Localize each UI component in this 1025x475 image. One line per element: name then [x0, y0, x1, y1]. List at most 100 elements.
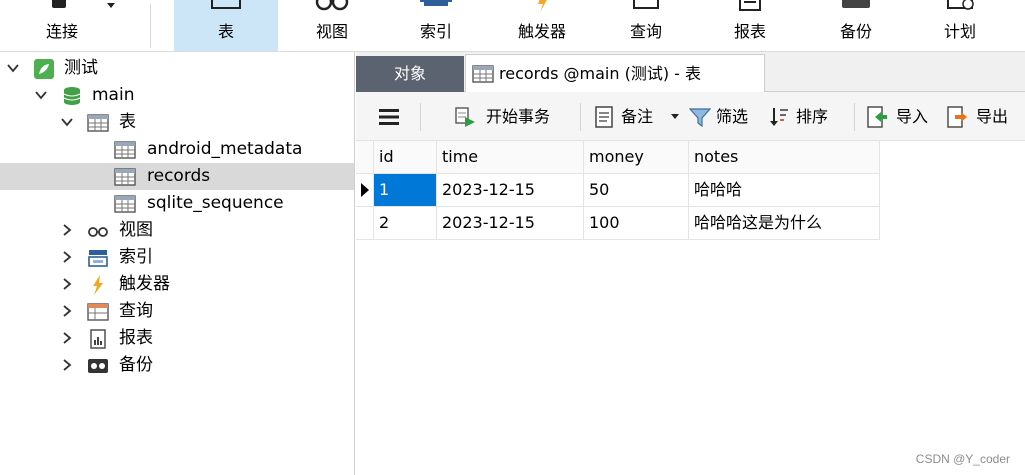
- chevron-right-icon[interactable]: [60, 250, 74, 264]
- tree-label: 索引: [119, 247, 153, 267]
- table-icon: [114, 195, 136, 213]
- bolt-icon: [93, 275, 103, 295]
- chevron-right-icon[interactable]: [60, 358, 74, 372]
- grid-cell[interactable]: 2023-12-15: [437, 174, 584, 207]
- column-header-id[interactable]: id: [374, 141, 437, 174]
- tree-node-triggers[interactable]: 触发器: [0, 271, 354, 298]
- toolbar-divider: [580, 103, 581, 131]
- toolbar-schedule-button[interactable]: 计划: [918, 0, 1002, 51]
- row-marker-current[interactable]: [356, 174, 374, 207]
- toolbar-table-button[interactable]: 表: [174, 0, 278, 51]
- toolbar-divider: [150, 4, 151, 48]
- sort-button[interactable]: 排序: [768, 104, 838, 130]
- chevron-right-icon[interactable]: [60, 304, 74, 318]
- table-icon: [211, 0, 241, 9]
- grid-cell[interactable]: 2023-12-15: [437, 207, 584, 240]
- glasses-icon: [88, 227, 108, 237]
- toolbar-view-button[interactable]: 视图: [290, 0, 374, 51]
- begin-transaction-button[interactable]: 开始事务: [454, 104, 584, 130]
- menu-button[interactable]: [378, 104, 402, 130]
- chevron-down-icon[interactable]: [106, 2, 116, 10]
- tree-label: 触发器: [119, 274, 170, 294]
- grid-cell[interactable]: 50: [584, 174, 689, 207]
- tree-label: 视图: [119, 220, 153, 240]
- tab-title: records @main (测试) - 表: [499, 64, 702, 83]
- tree-node-database[interactable]: main: [0, 82, 354, 109]
- grid-cell[interactable]: 1: [374, 174, 437, 207]
- chevron-down-icon[interactable]: [60, 115, 74, 129]
- toolbar-backup-button[interactable]: 备份: [814, 0, 898, 51]
- row-marker[interactable]: [356, 207, 374, 240]
- tree-node-indexes[interactable]: 索引: [0, 244, 354, 271]
- toolbar-label: 索引: [419, 22, 452, 41]
- main-toolbar: 连接 表 视图 索引 触发器 查询 报表 备份 计划: [0, 0, 1025, 52]
- tree-node-table[interactable]: records: [0, 163, 354, 190]
- tree-node-table[interactable]: sqlite_sequence: [0, 190, 354, 217]
- tree-label: android_metadata: [147, 139, 303, 159]
- plug-icon: [52, 0, 66, 8]
- chevron-right-icon[interactable]: [60, 277, 74, 291]
- table-icon: [114, 168, 136, 186]
- toolbar-query-button[interactable]: 查询: [604, 0, 688, 51]
- grid-cell[interactable]: 100: [584, 207, 689, 240]
- toolbar-index-button[interactable]: 索引: [394, 0, 478, 51]
- tab-objects[interactable]: 对象: [356, 56, 464, 92]
- backup-icon: [842, 0, 870, 8]
- toolbar-label: 开始事务: [486, 107, 551, 126]
- query-icon: [633, 0, 659, 9]
- navigation-tree: 测试 main 表 android_metadata records sqlit…: [0, 52, 355, 475]
- note-icon: [595, 106, 613, 128]
- chevron-right-icon[interactable]: [60, 223, 74, 237]
- tree-label: sqlite_sequence: [147, 193, 284, 213]
- toolbar-label: 备注: [621, 107, 654, 126]
- grid-cell[interactable]: 2: [374, 207, 437, 240]
- column-header-time[interactable]: time: [437, 141, 584, 174]
- grid-cell[interactable]: 哈哈哈: [689, 174, 880, 207]
- tree-node-table[interactable]: android_metadata: [0, 136, 354, 163]
- chevron-down-icon[interactable]: [671, 114, 679, 120]
- tab-records-table[interactable]: records @main (测试) - 表: [465, 54, 765, 93]
- glasses-icon: [315, 0, 349, 11]
- tree-label: 备份: [119, 355, 153, 375]
- import-button[interactable]: 导入: [866, 104, 938, 130]
- current-row-arrow-icon: [361, 183, 369, 197]
- tree-label: 查询: [119, 301, 153, 321]
- chevron-down-icon[interactable]: [34, 88, 48, 102]
- chevron-down-icon[interactable]: [6, 61, 20, 75]
- query-icon: [87, 303, 109, 321]
- tree-node-tables[interactable]: 表: [0, 109, 354, 136]
- table-icon: [472, 65, 494, 83]
- column-header-money[interactable]: money: [584, 141, 689, 174]
- tree-node-reports[interactable]: 报表: [0, 325, 354, 352]
- toolbar-label: 表: [217, 22, 234, 41]
- toolbar-label: 筛选: [716, 107, 749, 126]
- chevron-right-icon[interactable]: [60, 331, 74, 345]
- filter-funnel-icon: [689, 108, 711, 128]
- tree-node-views[interactable]: 视图: [0, 217, 354, 244]
- column-header-notes[interactable]: notes: [689, 141, 880, 174]
- tree-node-backups[interactable]: 备份: [0, 352, 354, 379]
- toolbar-trigger-button[interactable]: 触发器: [498, 0, 586, 51]
- backup-icon: [88, 359, 108, 373]
- export-button[interactable]: 导出: [946, 104, 1018, 130]
- grid-header-corner: [356, 141, 374, 174]
- grid-cell[interactable]: 哈哈哈这是为什么: [689, 207, 880, 240]
- tree-node-connection[interactable]: 测试: [0, 55, 354, 82]
- hamburger-menu-icon: [379, 109, 399, 125]
- toolbar-report-button[interactable]: 报表: [708, 0, 792, 51]
- tree-label: 测试: [64, 58, 98, 78]
- toolbar-label: 备份: [839, 22, 872, 41]
- note-button[interactable]: 备注: [593, 104, 691, 130]
- export-icon: [947, 106, 967, 128]
- report-icon: [90, 329, 106, 349]
- index-icon: [420, 0, 452, 6]
- toolbar-label: 连接: [45, 22, 78, 41]
- filter-button[interactable]: 筛选: [689, 104, 759, 130]
- tab-bar: 对象 records @main (测试) - 表: [356, 52, 1025, 93]
- toolbar-connect-button[interactable]: 连接: [20, 0, 115, 51]
- toolbar-label: 查询: [629, 22, 662, 41]
- connection-leaf-icon: [34, 59, 54, 79]
- tree-node-queries[interactable]: 查询: [0, 298, 354, 325]
- report-icon: [739, 0, 761, 11]
- toolbar-label: 计划: [943, 22, 976, 41]
